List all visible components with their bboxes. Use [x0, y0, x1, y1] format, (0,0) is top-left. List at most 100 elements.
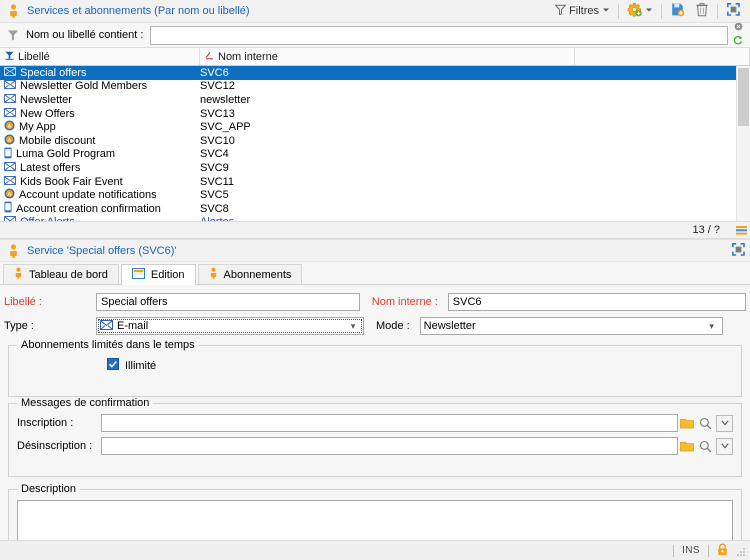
row-internal-name-cell: SVC13: [200, 108, 575, 120]
refresh-green-icon[interactable]: [733, 35, 743, 48]
folder-yellow-icon[interactable]: [678, 415, 696, 432]
tab-tableau-de-bord-label: Tableau de bord: [29, 269, 108, 281]
table-row[interactable]: New Offers SVC13: [0, 107, 750, 121]
svg-text:A: A: [8, 138, 12, 144]
row-label-cell: AAccount update notifications: [4, 188, 200, 202]
row-internal-name-cell: SVC8: [200, 203, 575, 215]
status-bar: INS: [0, 540, 750, 560]
libelle-input[interactable]: [96, 293, 360, 311]
clear-circle-icon[interactable]: [734, 22, 743, 34]
table-row[interactable]: Special offersSVC6: [0, 66, 750, 80]
table-row[interactable]: AMy AppSVC_APP: [0, 120, 750, 134]
filter-bar: Nom ou libellé contient :: [0, 23, 750, 48]
grid-scroll-thumb[interactable]: [738, 68, 749, 126]
email-icon: [4, 162, 16, 174]
delete-button[interactable]: [690, 1, 714, 21]
grid-footer: 13 / ?: [0, 221, 750, 238]
tab-edition[interactable]: Edition: [121, 264, 196, 285]
add-record-icon: [670, 2, 685, 20]
column-header-libelle[interactable]: Libellé: [0, 48, 200, 65]
email-icon: [100, 320, 113, 333]
expand-button[interactable]: [721, 1, 746, 21]
table-row[interactable]: Luma Gold ProgramSVC4: [0, 148, 750, 162]
row-label-text: Latest offers: [20, 162, 80, 174]
description-textarea[interactable]: [17, 500, 733, 540]
tab-abonnements[interactable]: Abonnements: [198, 264, 303, 284]
application-window: Services et abonnements (Par nom ou libe…: [0, 0, 750, 560]
row-label-text: New Offers: [20, 108, 75, 120]
magnifier-icon[interactable]: [696, 415, 714, 432]
description-title: Description: [17, 483, 80, 495]
chevron-down-icon[interactable]: ▾: [705, 321, 719, 332]
row-label-cell: Special offers: [4, 67, 200, 79]
type-label: Type :: [4, 320, 96, 332]
limited-subscriptions-title: Abonnements limités dans le temps: [17, 339, 199, 351]
column-header-libelle-label: Libellé: [18, 51, 50, 63]
unlimited-checkbox[interactable]: [107, 358, 119, 373]
inscription-dropdown-button[interactable]: [716, 415, 733, 432]
grid-vertical-scrollbar[interactable]: [736, 66, 750, 221]
filters-button[interactable]: Filtres: [550, 1, 615, 21]
table-row[interactable]: Newsletter Gold Members SVC12: [0, 80, 750, 94]
description-group: Description: [8, 489, 742, 540]
nom-interne-label: Nom interne :: [372, 296, 438, 308]
search-side-actions: [730, 22, 746, 48]
row-label-cell: Kids Book Fair Event: [4, 176, 200, 188]
column-header-nom-interne[interactable]: Nom interne: [200, 48, 575, 65]
row-internal-name-cell: SVC12: [200, 80, 575, 92]
mode-value: Newsletter: [424, 320, 476, 332]
table-row[interactable]: AAccount update notificationsSVC5: [0, 188, 750, 202]
table-row[interactable]: Newsletternewsletter: [0, 93, 750, 107]
add-record-button[interactable]: [665, 1, 690, 21]
list-panel-header: Services et abonnements (Par nom ou libe…: [0, 0, 750, 23]
row-internal-name-cell: SVC6: [200, 67, 575, 79]
folder-yellow-icon[interactable]: [678, 438, 696, 455]
chevron-down-icon[interactable]: [645, 5, 653, 17]
inscription-input[interactable]: [101, 414, 678, 432]
desinscription-input[interactable]: [101, 437, 678, 455]
person-orange-icon: [209, 267, 218, 282]
tab-tableau-de-bord[interactable]: Tableau de bord: [3, 264, 119, 284]
settings-button[interactable]: [622, 1, 658, 21]
table-row[interactable]: Kids Book Fair EventSVC11: [0, 175, 750, 189]
unlimited-row: Illimité: [107, 358, 733, 373]
list-toolbar: Filtres: [550, 0, 746, 22]
unlimited-label: Illimité: [125, 360, 156, 372]
row-label-cell: Newsletter: [4, 94, 200, 106]
record-count: 13 / ?: [0, 224, 728, 236]
resize-grip-icon[interactable]: [734, 545, 746, 557]
list-panel-title: Services et abonnements (Par nom ou libe…: [27, 5, 250, 17]
type-select[interactable]: E-mail ▾: [96, 317, 364, 335]
column-header-nom-interne-label: Nom interne: [218, 51, 278, 63]
field-row-type: Type : E-mail ▾ Mode : Newsletter ▾: [4, 317, 746, 335]
search-input[interactable]: [150, 26, 728, 45]
mode-select[interactable]: Newsletter ▾: [420, 317, 723, 335]
mode-label: Mode :: [376, 320, 410, 332]
row-internal-name-cell: SVC5: [200, 189, 575, 201]
row-label-text: Newsletter Gold Members: [20, 80, 147, 92]
tab-edition-label: Edition: [151, 269, 185, 281]
insert-mode-indicator: INS: [682, 545, 700, 556]
detail-panel-header: Service 'Special offers (SVC6)': [0, 239, 750, 262]
grid-header-row: Libellé Nom interne: [0, 48, 750, 66]
chevron-down-icon[interactable]: [602, 5, 610, 17]
row-label-text: Kids Book Fair Event: [20, 176, 123, 188]
magnifier-icon[interactable]: [696, 438, 714, 455]
desinscription-dropdown-button[interactable]: [716, 438, 733, 455]
row-label-text: Luma Gold Program: [16, 148, 115, 160]
lock-orange-icon: [717, 543, 728, 559]
chevron-down-icon[interactable]: ▾: [346, 321, 360, 332]
table-row[interactable]: AMobile discountSVC10: [0, 134, 750, 148]
detail-expand-icon[interactable]: [731, 242, 746, 260]
desinscription-label: Désinscription :: [17, 440, 101, 452]
grid-body[interactable]: Special offersSVC6Newsletter Gold Member…: [0, 66, 750, 221]
status-divider: [708, 545, 709, 557]
trash-icon: [695, 2, 709, 20]
row-label-cell: New Offers: [4, 108, 200, 120]
table-row[interactable]: Account creation confirmationSVC8: [0, 202, 750, 216]
table-row[interactable]: Latest offersSVC9: [0, 161, 750, 175]
column-header-extra[interactable]: [575, 48, 750, 65]
list-options-icon[interactable]: [736, 226, 747, 235]
nom-interne-input[interactable]: [448, 293, 746, 311]
email-icon: [4, 94, 16, 106]
